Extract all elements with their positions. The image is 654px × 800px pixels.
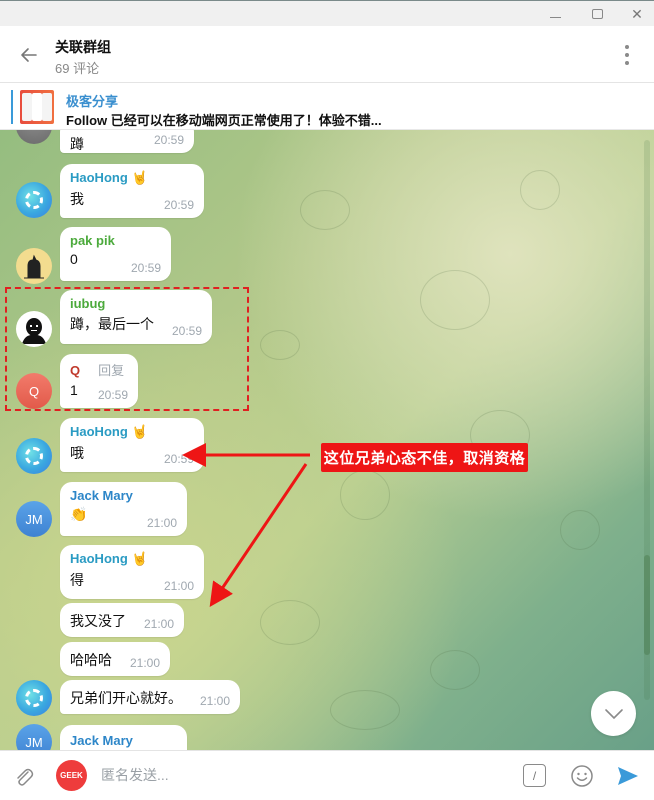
- sender-name[interactable]: pak pik: [70, 233, 161, 248]
- scrollbar-thumb[interactable]: [644, 555, 650, 655]
- more-options-button[interactable]: [620, 43, 634, 67]
- doodle: [330, 690, 400, 730]
- sender-name[interactable]: HaoHong 🤘: [70, 551, 194, 567]
- maximize-icon: [591, 9, 603, 19]
- send-as-avatar[interactable]: GEEK: [56, 760, 87, 791]
- avatar[interactable]: [16, 248, 52, 284]
- message-bubble[interactable]: HaoHong 🤘 哦 20:59: [60, 418, 204, 472]
- chat-header: 关联群组 69 评论: [0, 26, 654, 83]
- sender-name[interactable]: Jack Mary: [70, 488, 177, 503]
- arrow-left-icon: [21, 48, 37, 62]
- pinned-message[interactable]: 极客分享 Follow 已经可以在移动端网页正常使用了！体验不错...: [0, 83, 654, 130]
- message-bubble[interactable]: Jack Mary: [60, 725, 187, 750]
- close-button[interactable]: ✕: [617, 1, 654, 27]
- back-button[interactable]: [15, 41, 43, 69]
- avatar[interactable]: [16, 680, 52, 716]
- message-bubble[interactable]: Q 回复 1 20:59: [60, 354, 138, 408]
- doodle: [520, 170, 560, 210]
- message-bubble[interactable]: iubug 蹲，最后一个 20:59: [60, 290, 212, 344]
- avatar[interactable]: [16, 182, 52, 218]
- aperture-icon: [25, 191, 43, 209]
- avatar[interactable]: [16, 130, 52, 144]
- close-icon: ✕: [631, 5, 643, 22]
- minimize-button[interactable]: [535, 1, 575, 27]
- message-time: 21:00: [163, 579, 194, 593]
- doodle: [340, 470, 390, 520]
- doodle: [560, 510, 600, 550]
- avatar[interactable]: JM: [16, 724, 52, 750]
- sender-badge-emoji: 🤘: [131, 424, 148, 439]
- message-bubble[interactable]: pak pik 0 20:59: [60, 227, 171, 281]
- avatar[interactable]: Q: [16, 373, 52, 409]
- aperture-icon: [25, 689, 43, 707]
- avatar[interactable]: JM: [16, 501, 52, 537]
- slash-icon: /: [532, 768, 537, 783]
- avatar[interactable]: [16, 311, 52, 347]
- doodle: [260, 600, 320, 645]
- message-input[interactable]: [101, 761, 501, 789]
- doodle: [300, 190, 350, 230]
- chevron-down-icon: [604, 708, 623, 719]
- chat-title: 关联群组: [55, 39, 111, 55]
- message-time: 20:59: [153, 133, 184, 147]
- message-time: 20:59: [97, 388, 128, 402]
- bot-command-button[interactable]: /: [523, 764, 546, 787]
- window-titlebar: ✕: [0, 0, 654, 26]
- maximize-button[interactable]: [577, 1, 617, 27]
- reply-button[interactable]: 回复: [98, 363, 124, 378]
- message-composer: GEEK /: [0, 750, 654, 800]
- paperclip-icon: [17, 768, 34, 786]
- sender-name[interactable]: iubug: [70, 296, 202, 311]
- message-time: 21:00: [143, 617, 174, 631]
- doodle: [260, 330, 300, 360]
- pinned-thumbnail: [20, 90, 54, 124]
- message-time: 20:59: [163, 198, 194, 212]
- sender-badge-emoji: 🤘: [131, 551, 148, 566]
- message-bubble[interactable]: Jack Mary 👏 21:00: [60, 482, 187, 536]
- message-bubble[interactable]: 蹲 20:59: [60, 130, 194, 153]
- message-time: 21:00: [129, 656, 160, 670]
- avatar[interactable]: [16, 438, 52, 474]
- aperture-icon: [25, 447, 43, 465]
- annotation-label: 这位兄弟心态不佳，取消资格: [321, 443, 528, 472]
- message-bubble[interactable]: HaoHong 🤘 得 21:00: [60, 545, 204, 599]
- attach-button[interactable]: [10, 763, 38, 791]
- sender-name[interactable]: HaoHong 🤘: [70, 170, 194, 186]
- doodle: [430, 650, 480, 690]
- message-time: 20:59: [171, 324, 202, 338]
- pinned-accent-bar: [11, 90, 13, 124]
- chat-area[interactable]: 蹲 20:59 HaoHong 🤘 我 20:59 pak pik 0 20:59…: [0, 130, 654, 750]
- message-time: 20:59: [130, 261, 161, 275]
- message-bubble[interactable]: 哈哈哈 21:00: [60, 642, 170, 676]
- minimize-icon: [549, 16, 561, 18]
- smiley-icon: [571, 765, 593, 787]
- message-time: 21:00: [146, 516, 177, 530]
- sender-name[interactable]: Q 回复: [70, 360, 128, 379]
- message-bubble[interactable]: 兄弟们开心就好。 21:00: [60, 680, 240, 714]
- sender-name[interactable]: Jack Mary: [70, 733, 177, 748]
- send-button[interactable]: [614, 763, 642, 789]
- cat-silhouette-icon: [24, 254, 44, 279]
- pinned-title: 极客分享: [66, 94, 119, 109]
- message-time: 21:00: [199, 694, 230, 708]
- emoji-button[interactable]: [569, 763, 595, 789]
- message-bubble[interactable]: 我又没了 21:00: [60, 603, 184, 637]
- scroll-to-bottom-button[interactable]: [591, 691, 636, 736]
- pinned-text: Follow 已经可以在移动端网页正常使用了！体验不错...: [66, 113, 382, 128]
- send-icon: [618, 767, 638, 785]
- message-time: 20:59: [163, 452, 194, 466]
- sender-badge-emoji: 🤘: [131, 170, 148, 185]
- more-vertical-icon: [625, 45, 629, 49]
- comment-count: 69 评论: [55, 61, 100, 76]
- sender-name[interactable]: HaoHong 🤘: [70, 424, 194, 440]
- message-bubble[interactable]: HaoHong 🤘 我 20:59: [60, 164, 204, 218]
- doodle: [420, 270, 490, 330]
- ghost-avatar-icon: [22, 318, 46, 344]
